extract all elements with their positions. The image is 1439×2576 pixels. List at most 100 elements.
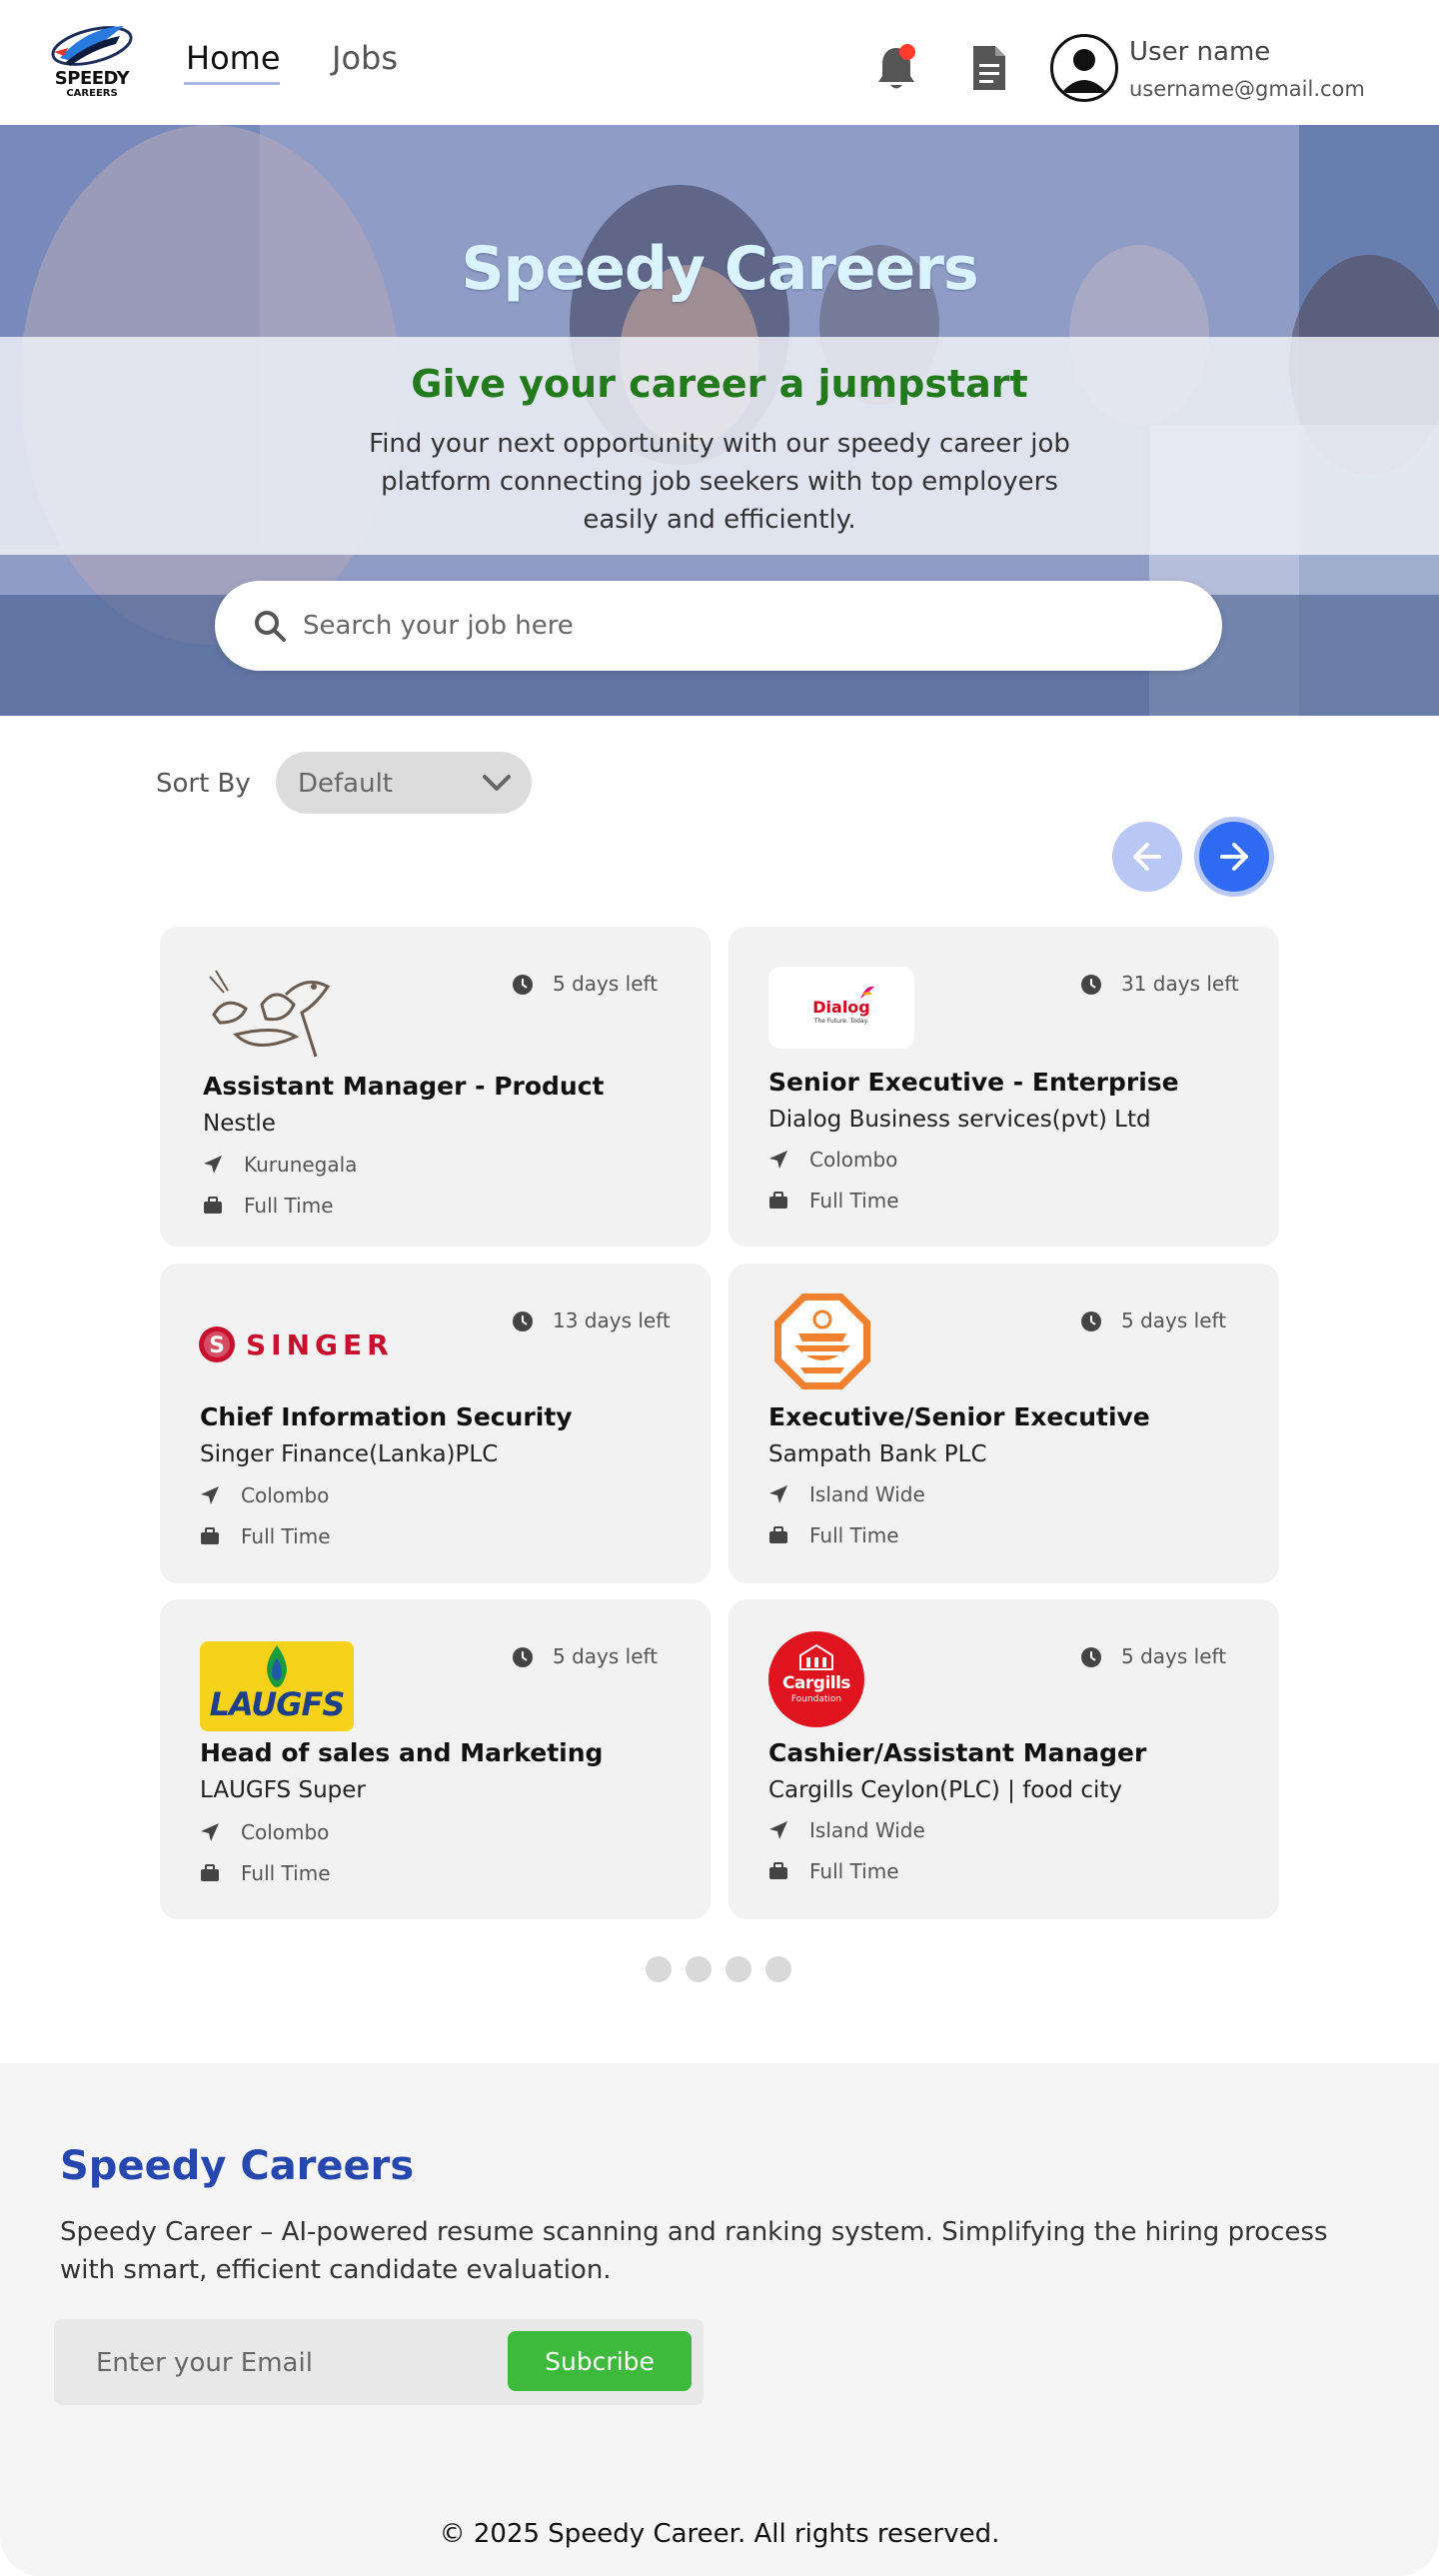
job-title[interactable]: Head of sales and Marketing <box>200 1737 603 1769</box>
laugfs-logo: LAUGFS <box>200 1641 354 1731</box>
location-icon <box>769 1821 787 1839</box>
laugfs-logo-text: LAUGFS <box>209 1685 346 1723</box>
job-location: Colombo <box>809 1148 898 1172</box>
job-card[interactable]: 5 days left Assistant Manager - Product … <box>160 927 711 1247</box>
job-type: Full Time <box>241 1524 331 1548</box>
cargills-logo: Cargills Foundation <box>768 1631 864 1727</box>
user-avatar-icon[interactable] <box>1050 34 1118 102</box>
search-bar <box>215 581 1222 671</box>
pagination-dot[interactable] <box>686 1956 712 1982</box>
job-card[interactable]: 5 days left Executive/Senior Executive S… <box>728 1264 1279 1583</box>
job-title[interactable]: Assistant Manager - Product <box>203 1071 605 1103</box>
company-name: Cargills Ceylon(PLC) | food city <box>768 1777 1123 1803</box>
nav-home-link[interactable]: Home <box>186 38 281 78</box>
job-type: Full Time <box>241 1861 331 1885</box>
sort-by-label: Sort By <box>156 769 251 799</box>
job-location: Island Wide <box>809 1818 925 1842</box>
days-left: 5 days left <box>1121 1644 1227 1668</box>
job-type: Full Time <box>809 1189 899 1213</box>
location-icon <box>201 1823 219 1841</box>
job-card[interactable]: Dialog The Future. Today. 31 days left S… <box>728 927 1279 1247</box>
location-icon <box>769 1151 787 1169</box>
newsletter-form: Subcribe <box>54 2319 704 2405</box>
job-card[interactable]: Cargills Foundation 5 days left Cashier/… <box>728 1599 1279 1919</box>
job-location: Island Wide <box>809 1482 925 1506</box>
job-title[interactable]: Senior Executive - Enterprise <box>768 1067 1179 1099</box>
logo-wordmark: SPEEDY <box>54 68 130 89</box>
pagination-dot[interactable] <box>646 1956 672 1982</box>
location-icon <box>201 1486 219 1504</box>
job-type: Full Time <box>809 1859 899 1883</box>
job-type: Full Time <box>244 1194 334 1218</box>
days-left: 31 days left <box>1121 972 1239 996</box>
laugfs-flame-icon <box>267 1645 287 1687</box>
clock-icon <box>513 1647 533 1667</box>
job-title[interactable]: Executive/Senior Executive <box>768 1401 1150 1433</box>
clock-icon <box>1081 1311 1101 1331</box>
carousel-next-button[interactable] <box>1199 822 1269 892</box>
job-card[interactable]: S SINGER 13 days left Chief Information … <box>160 1264 711 1583</box>
sort-dropdown[interactable]: Default <box>276 752 532 814</box>
pagination-dot[interactable] <box>765 1956 791 1982</box>
carousel-prev-button[interactable] <box>1112 822 1182 892</box>
nestle-logo <box>209 970 331 1058</box>
days-left: 5 days left <box>553 972 659 996</box>
subscribe-button[interactable]: Subcribe <box>508 2331 692 2391</box>
sampath-logo <box>774 1293 870 1389</box>
nav-jobs-link[interactable]: Jobs <box>332 38 398 78</box>
briefcase-icon <box>201 1864 219 1881</box>
user-email: username@gmail.com <box>1129 77 1365 101</box>
logo-subtext: CAREERS <box>66 88 118 99</box>
job-location: Colombo <box>241 1820 330 1844</box>
cargills-logo-text: Cargills <box>781 1673 851 1693</box>
briefcase-icon <box>769 1862 787 1879</box>
carousel-pagination <box>646 1956 795 1982</box>
clock-icon <box>1081 1647 1101 1667</box>
cargills-logo-tagline: Foundation <box>790 1694 842 1704</box>
notification-dot <box>899 44 915 60</box>
footer-description: Speedy Career – AI-powered resume scanni… <box>60 2217 1328 2285</box>
clock-icon <box>513 1311 533 1331</box>
sort-selected-value: Default <box>298 769 393 799</box>
dialog-logo: Dialog The Future. Today. <box>768 967 914 1049</box>
pagination-dot[interactable] <box>725 1956 751 1982</box>
job-title[interactable]: Chief Information Security <box>200 1401 573 1433</box>
job-location: Kurunegala <box>244 1153 358 1177</box>
hero-subtitle: Give your career a jumpstart <box>411 362 1028 406</box>
email-input[interactable] <box>96 2341 476 2385</box>
job-title[interactable]: Cashier/Assistant Manager <box>768 1737 1146 1769</box>
svg-text:S: S <box>209 1333 225 1358</box>
days-left: 5 days left <box>553 1644 659 1668</box>
job-type: Full Time <box>809 1523 899 1547</box>
singer-s-badge-icon: S <box>199 1326 235 1362</box>
briefcase-icon <box>201 1527 219 1544</box>
rocket-logo-icon <box>51 26 133 66</box>
clock-icon <box>1081 975 1101 995</box>
hero-section: Speedy Careers Give your career a jumpst… <box>0 125 1439 716</box>
dialog-logo-tagline: The Future. Today. <box>813 1018 869 1025</box>
top-nav: SPEEDY CAREERS Home Jobs User name usern… <box>0 0 1439 125</box>
company-name: Dialog Business services(pvt) Ltd <box>768 1107 1151 1133</box>
briefcase-icon <box>769 1192 787 1209</box>
document-icon[interactable] <box>969 44 1009 92</box>
company-name: LAUGFS Super <box>200 1777 366 1803</box>
user-name[interactable]: User name <box>1129 36 1270 68</box>
company-name: Singer Finance(Lanka)PLC <box>200 1441 499 1467</box>
company-name: Sampath Bank PLC <box>768 1441 987 1467</box>
search-icon[interactable] <box>253 609 287 643</box>
job-card[interactable]: LAUGFS 5 days left Head of sales and Mar… <box>160 1599 711 1919</box>
hero-description: Find your next opportunity with our spee… <box>369 429 1070 535</box>
footer-title: Speedy Careers <box>60 2143 415 2189</box>
location-icon <box>204 1156 222 1174</box>
singer-logo-text: SINGER <box>246 1328 394 1361</box>
active-nav-underline <box>184 82 280 85</box>
company-name: Nestle <box>203 1111 276 1137</box>
copyright-text: © 2025 Speedy Career. All rights reserve… <box>439 2519 1000 2549</box>
days-left: 5 days left <box>1121 1308 1227 1332</box>
chevron-down-icon <box>483 775 511 791</box>
speedy-careers-logo[interactable]: SPEEDY CAREERS <box>46 18 138 106</box>
clock-icon <box>513 975 533 995</box>
singer-logo: S SINGER <box>198 1323 398 1367</box>
hero-title: Speedy Careers <box>461 234 978 304</box>
search-input[interactable] <box>303 603 1182 649</box>
